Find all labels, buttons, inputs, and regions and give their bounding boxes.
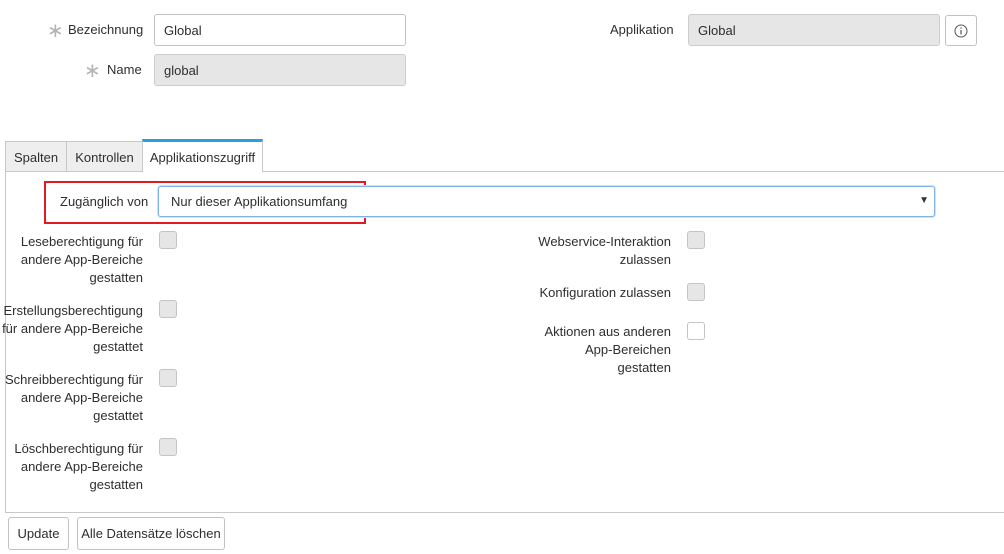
tab-kontrollen[interactable]: Kontrollen (66, 141, 143, 172)
delete-all-records-button[interactable]: Alle Datensätze löschen (77, 517, 225, 550)
erstellungs-berechtigung-label: Erstellungsberechtigung für andere App-Be… (2, 303, 143, 354)
name-label: Name (107, 62, 142, 77)
bezeichnung-label: Bezeichnung (68, 22, 144, 37)
loesch-berechtigung-checkbox[interactable] (159, 438, 177, 456)
zugaenglich-label: Zugänglich von (60, 194, 149, 209)
update-button[interactable]: Update (8, 517, 69, 550)
chevron-down-icon: ▼ (919, 195, 929, 206)
aktionen-checkbox[interactable] (687, 322, 705, 340)
schreib-berechtigung-label: Schreibberechtigung für andere App-Bereic… (4, 372, 143, 423)
required-marker-icon: ∗ (84, 60, 101, 82)
lese-berechtigung-label: Leseberechtigung für andere App-Bereiche g… (20, 234, 143, 285)
erstellungs-berechtigung-checkbox[interactable] (159, 300, 177, 318)
webservice-interaktion-label: Webservice-Interaktion zulassen (538, 234, 671, 267)
required-marker-icon: ∗ (47, 20, 64, 42)
applikation-label: Applikation (610, 22, 674, 37)
konfiguration-label: Konfiguration zulassen (539, 285, 671, 300)
tab-applikationszugriff[interactable]: Applikationszugriff (142, 139, 263, 172)
zugaenglich-select[interactable]: Nur dieser Applikationsumfang ▼ (158, 186, 935, 217)
tab-spalten[interactable]: Spalten (5, 141, 67, 172)
schreib-berechtigung-checkbox[interactable] (159, 369, 177, 387)
name-field-readonly: global (154, 54, 406, 86)
aktionen-label: Aktionen aus anderen App-Bereichen gestatt… (544, 324, 671, 375)
info-icon (954, 24, 968, 37)
konfiguration-checkbox[interactable] (687, 283, 705, 301)
webservice-interaktion-checkbox[interactable] (687, 231, 705, 249)
zugaenglich-selected-value: Nur dieser Applikationsumfang (171, 194, 348, 209)
lese-berechtigung-checkbox[interactable] (159, 231, 177, 249)
info-button[interactable] (945, 15, 977, 46)
loesch-berechtigung-label: Löschberechtigung für andere App-Bereiche… (14, 441, 143, 492)
bezeichnung-input[interactable]: Global (154, 14, 406, 46)
applikation-field-readonly: Global (688, 14, 940, 46)
